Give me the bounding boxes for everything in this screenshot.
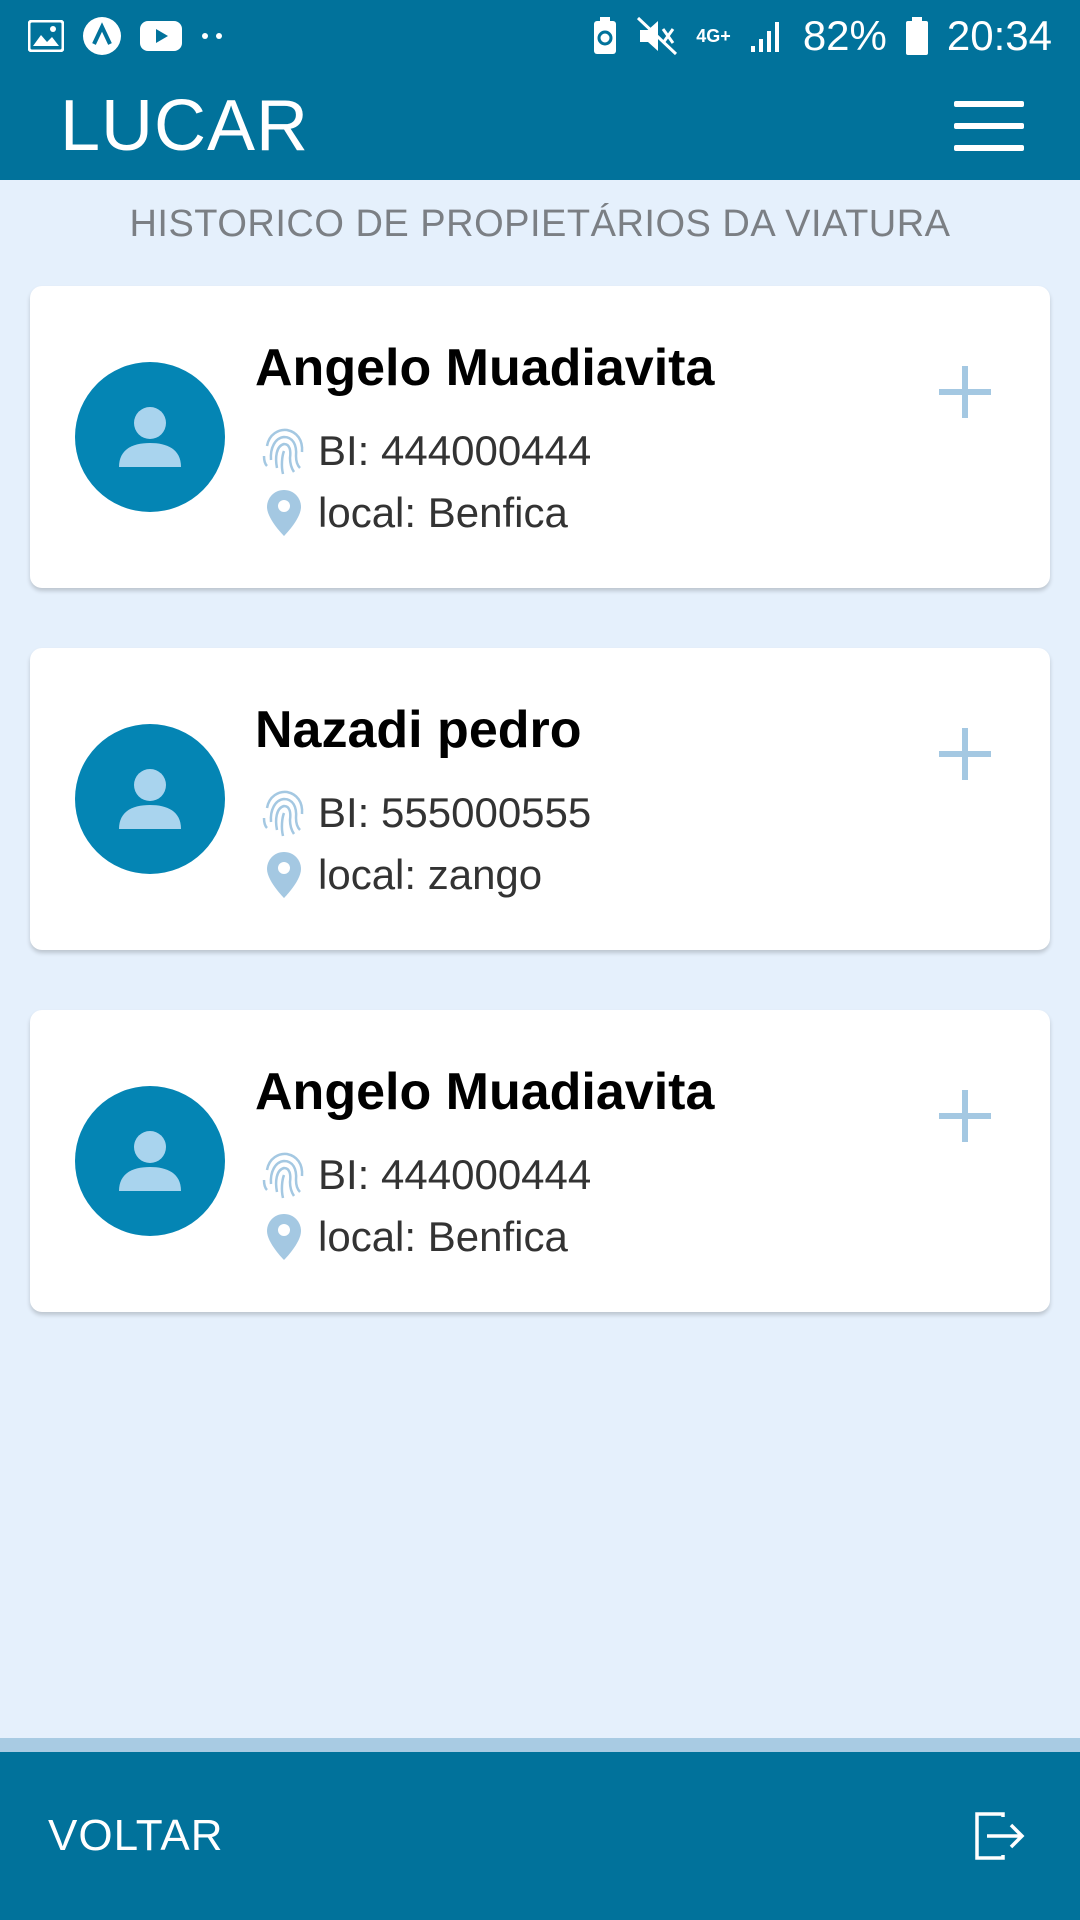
more-dots-icon — [200, 31, 224, 41]
avatar — [75, 724, 225, 874]
status-bar-left — [28, 16, 224, 56]
fingerprint-icon — [260, 785, 308, 841]
owner-location: local: zango — [318, 851, 543, 898]
bottom-bar: VOLTAR — [0, 1752, 1080, 1920]
fingerprint-icon — [260, 423, 308, 479]
owner-location-row: local: zango — [260, 847, 542, 903]
mute-icon — [636, 16, 678, 56]
add-icon[interactable] — [935, 724, 995, 784]
owner-location: local: Benfica — [318, 489, 568, 536]
owner-name: Angelo Muadiavita — [255, 339, 715, 397]
network-4g-icon: 4G+ — [696, 26, 731, 46]
avatar — [75, 362, 225, 512]
owner-card[interactable]: Nazadi pedro BI: 555000555 local: zango — [30, 648, 1050, 950]
battery-percent: 82% — [802, 12, 887, 59]
battery-icon — [905, 16, 929, 56]
avatar — [75, 1086, 225, 1236]
battery-saver-icon — [592, 16, 618, 56]
signal-icon — [749, 18, 785, 54]
app-header: LUCAR — [0, 72, 1080, 180]
owner-card[interactable]: Angelo Muadiavita BI: 444000444 local: B… — [30, 1010, 1050, 1312]
fingerprint-icon — [260, 1147, 308, 1203]
back-button[interactable]: VOLTAR — [48, 1811, 224, 1861]
owner-location-row: local: Benfica — [260, 485, 568, 541]
status-bar: 4G+ 82% 20:34 — [0, 0, 1080, 72]
youtube-icon — [140, 21, 182, 51]
location-pin-icon — [260, 847, 308, 903]
owner-name: Nazadi pedro — [255, 701, 582, 759]
owner-bi-row: BI: 555000555 — [260, 785, 591, 841]
owner-bi: BI: 555000555 — [318, 789, 592, 836]
logout-icon[interactable] — [970, 1806, 1030, 1866]
owner-card[interactable]: Angelo Muadiavita BI: 444000444 local: B… — [30, 286, 1050, 588]
hamburger-menu-icon[interactable] — [954, 101, 1024, 151]
page-title: HISTORICO DE PROPIETÁRIOS DA VIATURA — [129, 203, 951, 245]
gallery-icon — [28, 20, 64, 52]
add-icon[interactable] — [935, 362, 995, 422]
app-icon — [82, 16, 122, 56]
owner-location: local: Benfica — [318, 1213, 568, 1260]
bottom-divider — [0, 1738, 1080, 1752]
clock: 20:34 — [946, 12, 1052, 59]
app-title: LUCAR — [60, 86, 310, 166]
status-bar-right: 4G+ 82% 20:34 — [592, 12, 1052, 60]
owner-bi-row: BI: 444000444 — [260, 423, 591, 479]
owner-location-row: local: Benfica — [260, 1209, 568, 1265]
owner-bi: BI: 444000444 — [318, 1151, 592, 1198]
owner-name: Angelo Muadiavita — [255, 1063, 715, 1121]
owner-bi-row: BI: 444000444 — [260, 1147, 591, 1203]
location-pin-icon — [260, 1209, 308, 1265]
add-icon[interactable] — [935, 1086, 995, 1146]
location-pin-icon — [260, 485, 308, 541]
owner-bi: BI: 444000444 — [318, 427, 592, 474]
